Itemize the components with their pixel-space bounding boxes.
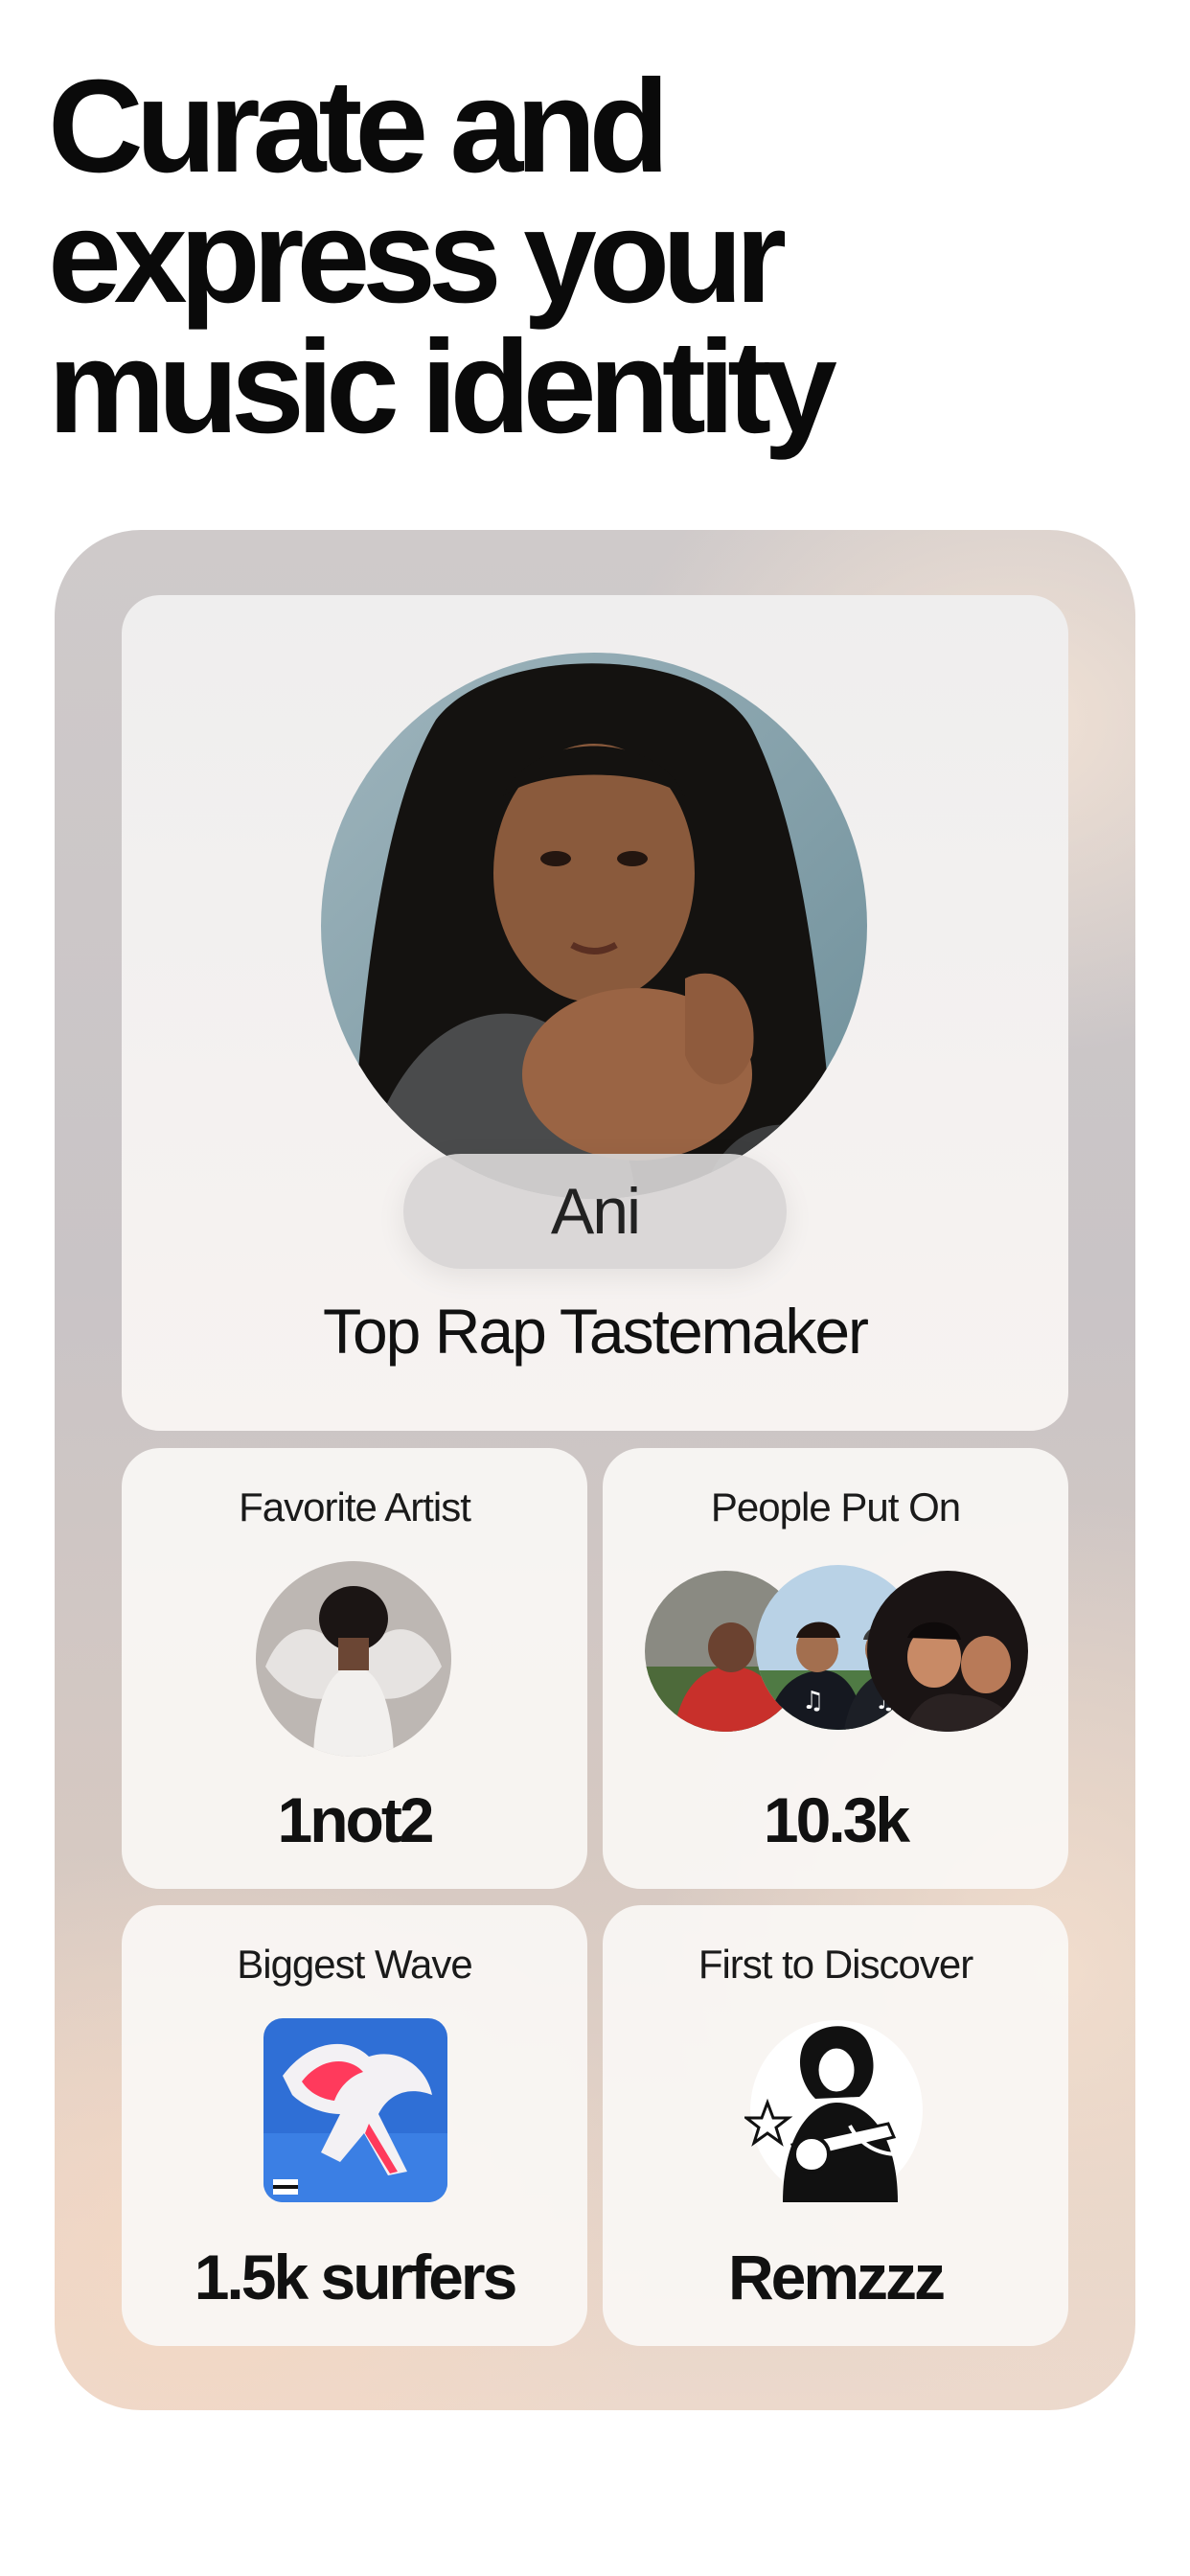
- favorite-artist-card[interactable]: Favorite Artist 1not2: [122, 1448, 587, 1889]
- artist-sketch: [744, 2011, 928, 2202]
- stat-value: 10.3k: [763, 1784, 910, 1855]
- headline-line-2: express your: [48, 183, 787, 331]
- stat-value: Remzzz: [727, 2242, 946, 2312]
- avatar: [867, 1571, 1028, 1732]
- headline: Curate and express your music identity: [48, 53, 1102, 461]
- stat-value: 1.5k surfers: [194, 2242, 518, 2312]
- biggest-wave-card[interactable]: Biggest Wave 1.5k surfers: [122, 1905, 587, 2346]
- first-to-discover-card[interactable]: First to Discover Remzzz: [603, 1905, 1068, 2346]
- stat-label: Biggest Wave: [237, 1942, 473, 1987]
- profile-name-pill: Ani: [403, 1154, 787, 1269]
- headline-line-3: music identity: [48, 313, 837, 461]
- profile-card[interactable]: Ani Top Rap Tastemaker: [122, 595, 1068, 1431]
- headline-line-1: Curate and: [48, 53, 670, 200]
- stat-label: People Put On: [710, 1484, 961, 1530]
- profile-title: Top Rap Tastemaker: [322, 1296, 869, 1367]
- album-cover-horse: [263, 2018, 447, 2202]
- stat-value: 1not2: [277, 1784, 434, 1855]
- profile-panel: Ani Top Rap Tastemaker Favorite Artist 1…: [55, 530, 1135, 2410]
- profile-photo[interactable]: [321, 653, 867, 1199]
- stat-label: First to Discover: [698, 1942, 973, 1987]
- stat-label: Favorite Artist: [239, 1484, 471, 1530]
- svg-text:♫: ♫: [802, 1687, 824, 1715]
- artist-photo: [256, 1561, 451, 1757]
- people-avatars: ♫ ♫: [645, 1565, 1028, 1734]
- people-put-on-card[interactable]: People Put On ♫ 10.3k: [603, 1448, 1068, 1889]
- profile-name: Ani: [550, 1175, 641, 1248]
